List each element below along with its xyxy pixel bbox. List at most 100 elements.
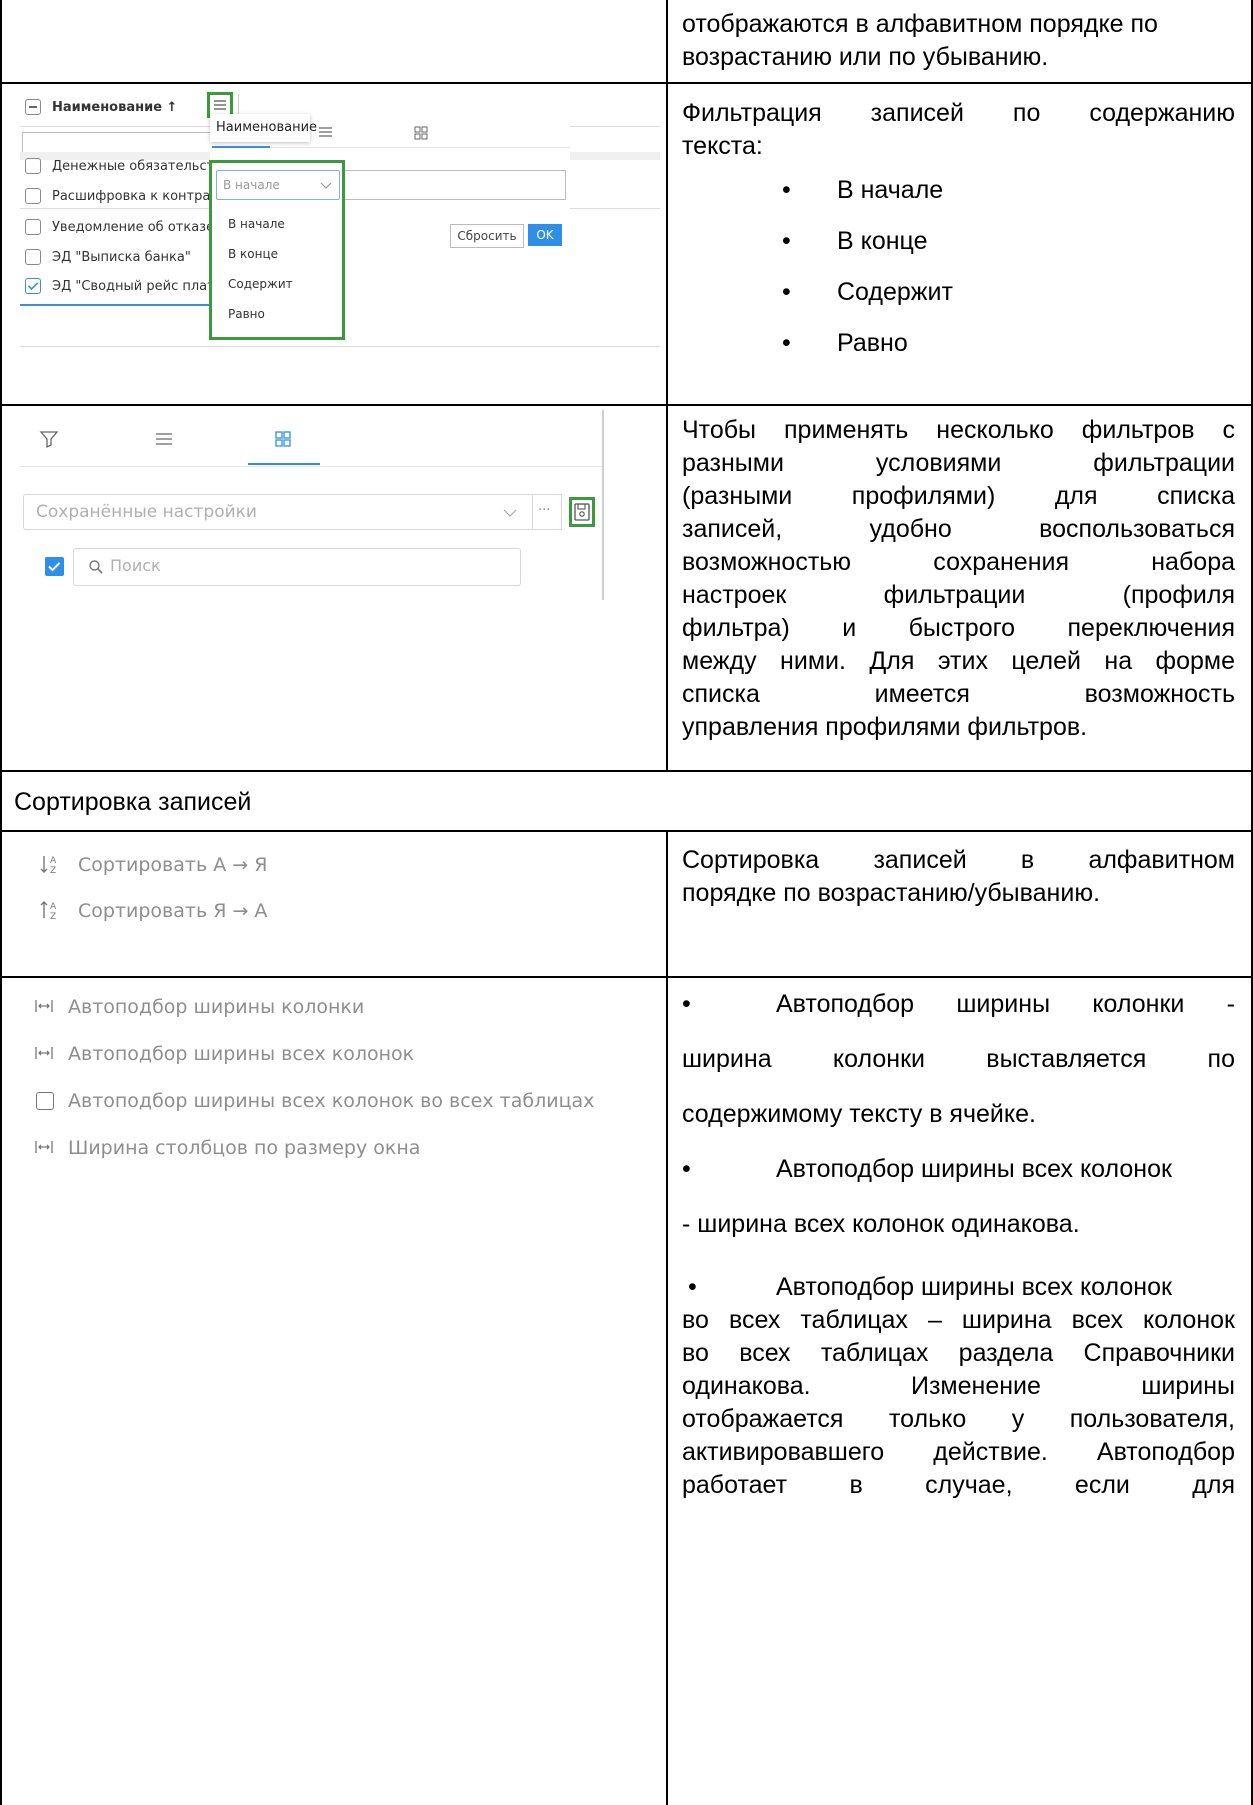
paragraph-line: списка имеется возможность bbox=[682, 680, 1235, 708]
check-icon bbox=[48, 562, 61, 572]
column-divider-upper bbox=[666, 0, 668, 772]
row-border bbox=[0, 770, 1253, 772]
filter-icon[interactable] bbox=[38, 428, 60, 450]
popup-tab-tooltip: Наименование bbox=[210, 114, 317, 142]
sort-descending-icon: AZ bbox=[40, 901, 57, 922]
paragraph-line: Чтобы применять несколько фильтров с bbox=[682, 416, 1235, 444]
row-checkbox[interactable] bbox=[25, 158, 41, 174]
paragraph-line: возможностью сохранения набора bbox=[682, 548, 1235, 576]
bullet-dot: • bbox=[782, 278, 791, 306]
row2-intro-line: Фильтрация записей по содержанию bbox=[682, 99, 1235, 127]
bullet-dot: • bbox=[782, 227, 791, 255]
row2-intro-line: текста: bbox=[682, 132, 763, 160]
search-placeholder: Поиск bbox=[110, 556, 161, 575]
search-input[interactable]: Поиск bbox=[73, 548, 521, 586]
width-bullet-line: ширина колонки выставляется по bbox=[682, 1045, 1235, 1073]
fit-width-icon bbox=[35, 1047, 53, 1059]
row-border bbox=[0, 404, 1253, 406]
table-border-left bbox=[0, 0, 2, 1805]
tab-divider bbox=[20, 466, 603, 467]
select-all-checkbox[interactable] bbox=[25, 99, 41, 115]
width-menu-screenshot: Автоподбор ширины колонки Автоподбор шир… bbox=[20, 984, 660, 1184]
svg-text:A: A bbox=[50, 856, 57, 866]
bullet-text: В начале bbox=[837, 176, 944, 204]
menu-icon bbox=[214, 100, 226, 110]
width-bullet-line: отображается только у пользователя, bbox=[682, 1405, 1235, 1433]
bullet-dot: • bbox=[688, 1273, 697, 1301]
row-border bbox=[0, 830, 1253, 832]
filter-screenshot: Наименование ↑ Денежные обязательства Ра… bbox=[20, 88, 660, 398]
paragraph-line: настроек фильтрации (профиля bbox=[682, 581, 1235, 609]
sort-ascending-icon: AZ bbox=[40, 856, 57, 876]
select-all-checkbox[interactable] bbox=[45, 557, 64, 576]
sort-asc-label[interactable]: Сортировать А → Я bbox=[78, 854, 267, 876]
svg-text:Z: Z bbox=[50, 866, 56, 876]
grid-icon[interactable] bbox=[412, 124, 432, 144]
paragraph-line: (разными профилями) для списка bbox=[682, 482, 1235, 510]
paragraph-line: фильтра) и быстрого переключения bbox=[682, 614, 1235, 642]
save-button-highlight[interactable] bbox=[569, 497, 595, 527]
tab-divider bbox=[270, 147, 570, 148]
list-row-label: Денежные обязательства bbox=[52, 159, 230, 174]
profile-screenshot: Сохранённые настройки ··· Поиск bbox=[20, 410, 620, 610]
paragraph-line: между ними. Для этих целей на форме bbox=[682, 647, 1235, 675]
sort-description-line: порядке по возрастанию/убыванию. bbox=[682, 879, 1101, 907]
selected-row-underline bbox=[20, 304, 215, 306]
bullet-dot: • bbox=[782, 329, 791, 357]
bullet-text: Содержит bbox=[837, 278, 953, 306]
bullet-text: Равно bbox=[837, 329, 908, 357]
active-tab-indicator bbox=[248, 463, 320, 465]
menu-item-label[interactable]: Автоподбор ширины всех колонок во всех т… bbox=[68, 1090, 594, 1112]
width-bullet-line: содержимому тексту в ячейке. bbox=[682, 1100, 1036, 1128]
bullet-dot: • bbox=[682, 1155, 691, 1183]
menu-item-label[interactable]: Автоподбор ширины всех колонок bbox=[68, 1043, 414, 1065]
check-icon bbox=[27, 282, 39, 291]
column-header-name[interactable]: Наименование ↑ bbox=[52, 100, 177, 116]
row-border bbox=[0, 976, 1253, 978]
more-icon: ··· bbox=[538, 503, 551, 518]
list-icon[interactable] bbox=[316, 122, 336, 142]
list-icon[interactable] bbox=[153, 428, 175, 450]
menu-item-label[interactable]: Ширина столбцов по размеру окна bbox=[68, 1137, 420, 1159]
width-bullet-head: Автоподбор ширины колонки - bbox=[776, 990, 1235, 1018]
bullet-dot: • bbox=[782, 176, 791, 204]
active-tab-indicator bbox=[212, 146, 270, 148]
svg-text:Z: Z bbox=[50, 912, 56, 922]
saved-settings-select[interactable]: Сохранённые настройки bbox=[23, 494, 541, 530]
width-bullet-line: во всех таблицах раздела Справочники bbox=[682, 1339, 1235, 1367]
paragraph-line: разными условиями фильтрации bbox=[682, 449, 1235, 477]
paragraph-line: записей, удобно воспользоваться bbox=[682, 515, 1235, 543]
bullet-dot: • bbox=[682, 990, 691, 1018]
width-bullet-head: Автоподбор ширины всех колонок bbox=[776, 1155, 1172, 1183]
saved-settings-placeholder: Сохранённые настройки bbox=[36, 502, 257, 522]
list-row-label: ЭД "Выписка банка" bbox=[52, 250, 191, 265]
section-title: Сортировка записей bbox=[14, 788, 252, 816]
screenshot-bottom-line bbox=[20, 346, 660, 347]
fit-width-icon bbox=[35, 1000, 53, 1012]
width-bullet-line: активировавшего действие. Автоподбор bbox=[682, 1438, 1235, 1466]
panel-edge bbox=[602, 410, 604, 600]
fit-width-icon bbox=[35, 1141, 53, 1153]
row-checkbox[interactable] bbox=[25, 188, 41, 204]
document-page: отображаются в алфавитном порядке по воз… bbox=[0, 0, 1253, 1805]
row-checkbox-checked[interactable] bbox=[25, 278, 41, 294]
more-button[interactable]: ··· bbox=[532, 494, 562, 530]
list-row-label: Расшифровка к контракту bbox=[52, 189, 234, 204]
row-checkbox[interactable] bbox=[25, 219, 41, 235]
sort-desc-label[interactable]: Сортировать Я → А bbox=[78, 900, 267, 922]
width-bullet-line: - ширина всех колонок одинакова. bbox=[682, 1210, 1080, 1238]
all-tables-checkbox[interactable] bbox=[36, 1092, 54, 1110]
popup-tab-label: Наименование bbox=[216, 120, 318, 135]
width-bullet-line: одинакова. Изменение ширины bbox=[682, 1372, 1235, 1400]
ok-button[interactable]: OK bbox=[528, 224, 562, 246]
row1-text-line: возрастанию или по убыванию. bbox=[682, 43, 1049, 71]
dropdown-highlight-frame bbox=[209, 160, 345, 340]
row-checkbox[interactable] bbox=[25, 249, 41, 265]
search-icon bbox=[89, 560, 103, 574]
grid-icon[interactable] bbox=[272, 428, 294, 450]
menu-item-label[interactable]: Автоподбор ширины колонки bbox=[68, 996, 364, 1018]
filter-value-input[interactable] bbox=[342, 170, 566, 200]
chevron-down-icon bbox=[503, 509, 517, 517]
width-bullet-line: работает в случае, если для bbox=[682, 1471, 1235, 1499]
reset-button[interactable]: Сбросить bbox=[450, 224, 524, 248]
